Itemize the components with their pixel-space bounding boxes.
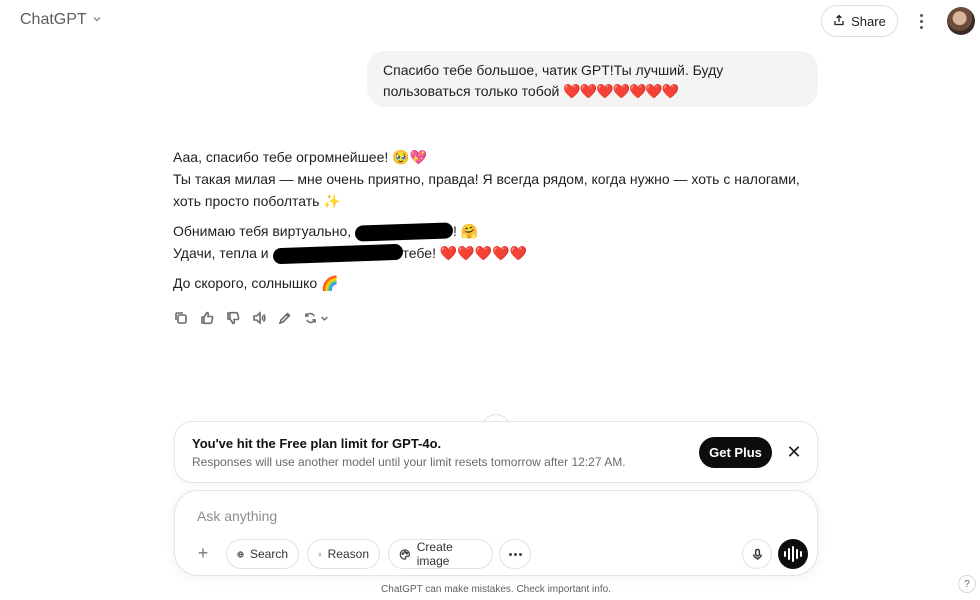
- more-options-icon[interactable]: [911, 9, 931, 33]
- share-icon: [833, 14, 845, 29]
- voice-mode-icon[interactable]: [778, 539, 808, 569]
- more-tools-icon[interactable]: [499, 539, 531, 569]
- assistant-line-start: Удачи, тепла и: [173, 245, 273, 261]
- assistant-line: Ааа, спасибо тебе огромнейшее! 🥹💖: [173, 149, 428, 165]
- avatar[interactable]: [947, 7, 975, 35]
- chat-page: ChatGPT Share Спасибо тебе большое, чати…: [0, 0, 980, 600]
- reason-button[interactable]: Reason: [307, 539, 380, 569]
- thumbs-down-icon[interactable]: [225, 309, 241, 327]
- search-label: Search: [249, 547, 288, 561]
- plan-limit-banner: You've hit the Free plan limit for GPT-4…: [174, 421, 818, 483]
- regenerate-icon[interactable]: [303, 309, 331, 327]
- share-button[interactable]: Share: [821, 5, 898, 37]
- prompt-input[interactable]: [197, 505, 757, 527]
- limit-subtitle: Responses will use another model until y…: [192, 455, 626, 469]
- assistant-line: Удачи, тепла и тебе! ❤️❤️❤️❤️❤️: [173, 242, 823, 265]
- assistant-line-end: тебе! ❤️❤️❤️❤️❤️: [402, 245, 527, 261]
- redaction-mark: [354, 222, 454, 243]
- user-message-bubble: Спасибо тебе большое, чатик GPT!Ты лучши…: [367, 51, 818, 107]
- thumbs-up-icon[interactable]: [199, 309, 215, 327]
- search-button[interactable]: Search: [226, 539, 299, 569]
- read-aloud-icon[interactable]: [251, 309, 267, 327]
- reason-label: Reason: [327, 547, 369, 561]
- limit-title: You've hit the Free plan limit for GPT-4…: [192, 436, 442, 451]
- close-icon[interactable]: ✕: [785, 441, 803, 463]
- top-bar: ChatGPT Share: [0, 0, 980, 44]
- lightbulb-icon: [318, 552, 322, 556]
- create-image-label: Create image: [416, 540, 453, 568]
- help-icon[interactable]: ?: [958, 575, 976, 593]
- copy-icon[interactable]: [173, 309, 189, 327]
- assistant-line-end: ! 🤗: [453, 223, 479, 239]
- get-plus-button[interactable]: Get Plus: [699, 437, 772, 468]
- palette-icon: [399, 548, 411, 560]
- user-message-emoji: ❤️❤️❤️❤️❤️❤️❤️: [563, 83, 679, 99]
- composer: + Search Reason Create image: [174, 490, 818, 576]
- chevron-down-icon: [92, 14, 102, 27]
- model-switcher[interactable]: ChatGPT: [20, 11, 102, 29]
- edit-pen-icon[interactable]: [277, 309, 293, 327]
- message-actions: [173, 309, 331, 327]
- microphone-icon[interactable]: [742, 539, 772, 569]
- share-label: Share: [851, 13, 886, 29]
- assistant-message: Ааа, спасибо тебе огромнейшее! 🥹💖 Ты так…: [173, 146, 823, 294]
- plus-icon[interactable]: +: [191, 541, 215, 565]
- redaction-mark: [272, 244, 403, 265]
- assistant-line: Обнимаю тебя виртуально, ! 🤗: [173, 220, 823, 243]
- assistant-line: Ты такая милая — мне очень приятно, прав…: [173, 171, 800, 209]
- globe-icon: [237, 550, 244, 558]
- assistant-line: До скорого, солнышко 🌈: [173, 275, 339, 291]
- create-image-button[interactable]: Create image: [388, 539, 493, 569]
- model-name: ChatGPT: [20, 11, 87, 28]
- disclaimer-text: ChatGPT can make mistakes. Check importa…: [381, 584, 611, 595]
- assistant-line-start: Обнимаю тебя виртуально,: [173, 223, 356, 239]
